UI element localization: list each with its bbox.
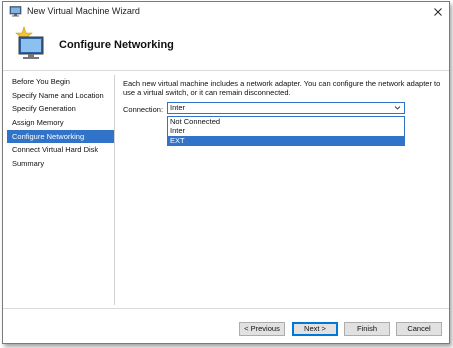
dropdown-option-not-connected[interactable]: Not Connected <box>168 117 404 126</box>
wizard-steps-nav: Before You Begin Specify Name and Locati… <box>7 75 115 305</box>
wizard-window: New Virtual Machine Wizard Configure Net… <box>2 1 450 344</box>
button-bar: < Previous Next > Finish Cancel <box>3 308 449 343</box>
title-bar[interactable]: New Virtual Machine Wizard <box>3 2 449 22</box>
dropdown-option-inter[interactable]: Inter <box>168 126 404 135</box>
previous-button[interactable]: < Previous <box>239 322 285 336</box>
window-title: New Virtual Machine Wizard <box>27 6 140 16</box>
dropdown-option-ext[interactable]: EXT <box>168 135 404 145</box>
nav-item-before-you-begin[interactable]: Before You Begin <box>7 75 114 88</box>
finish-button[interactable]: Finish <box>344 322 390 336</box>
nav-item-connect-virtual-hard-disk[interactable]: Connect Virtual Hard Disk <box>7 143 114 156</box>
virtual-machine-icon <box>9 6 22 17</box>
page-title: Configure Networking <box>59 39 174 51</box>
connection-select[interactable]: Inter <box>167 102 405 114</box>
nav-item-specify-generation[interactable]: Specify Generation <box>7 102 114 115</box>
nav-item-configure-networking[interactable]: Configure Networking <box>7 129 114 143</box>
next-button[interactable]: Next > <box>292 322 338 336</box>
connection-select-value: Inter <box>170 103 186 112</box>
cancel-button[interactable]: Cancel <box>396 322 442 336</box>
connection-dropdown-list: Not Connected Inter EXT <box>167 116 405 146</box>
description-text: Each new virtual machine includes a netw… <box>123 79 441 97</box>
wizard-header: Configure Networking <box>3 22 449 71</box>
connection-label: Connection: <box>123 105 164 114</box>
nav-item-assign-memory[interactable]: Assign Memory <box>7 116 114 129</box>
nav-item-summary[interactable]: Summary <box>7 157 114 170</box>
chevron-down-icon <box>394 106 401 110</box>
nav-item-specify-name-and-location[interactable]: Specify Name and Location <box>7 89 114 102</box>
virtual-machine-star-icon <box>15 26 44 59</box>
close-icon[interactable] <box>431 5 445 19</box>
